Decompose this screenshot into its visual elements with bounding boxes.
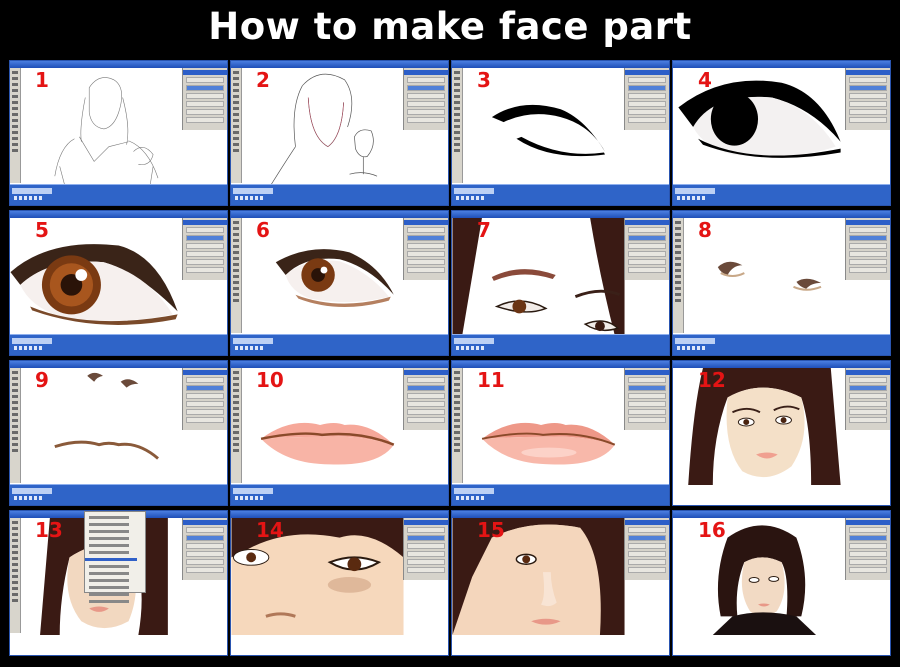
window-titlebar <box>231 511 448 518</box>
taskbar[interactable] <box>10 484 227 505</box>
window-titlebar <box>10 211 227 218</box>
page-title: How to make face part <box>208 5 692 48</box>
window-titlebar <box>452 361 669 368</box>
step-panel-16: 16 <box>672 510 891 656</box>
step-number: 11 <box>477 368 505 392</box>
taskbar[interactable] <box>231 484 448 505</box>
step-panel-6: 6 <box>230 210 449 356</box>
window-titlebar <box>673 361 890 368</box>
layers-palette[interactable] <box>624 218 669 280</box>
taskbar[interactable] <box>10 334 227 355</box>
taskbar[interactable] <box>10 184 227 205</box>
window-titlebar <box>10 61 227 68</box>
step-number: 15 <box>477 518 505 542</box>
step-number: 14 <box>256 518 284 542</box>
tutorial-grid: 1 2 3 4 5 6 7 8 9 10 11 12 13 14 15 16 <box>9 60 891 656</box>
step-panel-15: 15 <box>451 510 670 656</box>
layers-palette[interactable] <box>403 68 448 130</box>
window-titlebar <box>452 211 669 218</box>
step-panel-13: 13 <box>9 510 228 656</box>
layers-palette[interactable] <box>624 68 669 130</box>
layers-palette[interactable] <box>624 518 669 580</box>
step-number: 3 <box>477 68 491 92</box>
window-titlebar <box>673 211 890 218</box>
layers-palette[interactable] <box>182 218 227 280</box>
window-titlebar <box>231 211 448 218</box>
step-panel-14: 14 <box>230 510 449 656</box>
step-number: 10 <box>256 368 284 392</box>
step-number: 4 <box>698 68 712 92</box>
step-number: 8 <box>698 218 712 242</box>
taskbar[interactable] <box>673 184 890 205</box>
layers-palette[interactable] <box>624 368 669 430</box>
step-number: 9 <box>35 368 49 392</box>
layers-palette[interactable] <box>182 68 227 130</box>
window-titlebar <box>231 361 448 368</box>
step-panel-4: 4 <box>672 60 891 206</box>
taskbar[interactable] <box>231 334 448 355</box>
window-titlebar <box>452 61 669 68</box>
taskbar[interactable] <box>673 334 890 355</box>
step-panel-11: 11 <box>451 360 670 506</box>
step-panel-3: 3 <box>451 60 670 206</box>
context-menu[interactable] <box>84 511 146 603</box>
window-titlebar <box>452 511 669 518</box>
layers-palette[interactable] <box>845 368 890 430</box>
layers-palette[interactable] <box>182 368 227 430</box>
taskbar[interactable] <box>452 484 669 505</box>
window-titlebar <box>10 361 227 368</box>
layers-palette[interactable] <box>403 368 448 430</box>
step-number: 2 <box>256 68 270 92</box>
layers-palette[interactable] <box>182 518 227 580</box>
layers-palette[interactable] <box>403 518 448 580</box>
step-panel-2: 2 <box>230 60 449 206</box>
window-titlebar <box>673 61 890 68</box>
step-number: 13 <box>35 518 63 542</box>
layers-palette[interactable] <box>845 518 890 580</box>
step-panel-5: 5 <box>9 210 228 356</box>
step-panel-7: 7 <box>451 210 670 356</box>
layers-palette[interactable] <box>845 68 890 130</box>
step-number: 5 <box>35 218 49 242</box>
step-number: 6 <box>256 218 270 242</box>
window-titlebar <box>231 61 448 68</box>
layers-palette[interactable] <box>403 218 448 280</box>
step-number: 12 <box>698 368 726 392</box>
step-number: 16 <box>698 518 726 542</box>
taskbar[interactable] <box>231 184 448 205</box>
layers-palette[interactable] <box>845 218 890 280</box>
step-panel-9: 9 <box>9 360 228 506</box>
step-number: 1 <box>35 68 49 92</box>
step-panel-8: 8 <box>672 210 891 356</box>
window-titlebar <box>673 511 890 518</box>
step-panel-1: 1 <box>9 60 228 206</box>
step-number: 7 <box>477 218 491 242</box>
step-panel-12: 12 <box>672 360 891 506</box>
taskbar[interactable] <box>452 334 669 355</box>
taskbar[interactable] <box>452 184 669 205</box>
step-panel-10: 10 <box>230 360 449 506</box>
